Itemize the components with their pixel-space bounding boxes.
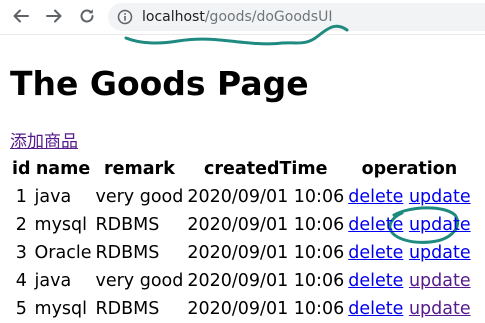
cell-created-time: 2020/09/01 10:06	[187, 243, 345, 263]
add-goods-link[interactable]: 添加商品	[10, 132, 78, 152]
arrow-right-icon	[46, 9, 62, 23]
delete-link[interactable]: delete	[348, 271, 403, 291]
reload-button[interactable]	[75, 4, 99, 28]
delete-link[interactable]: delete	[348, 299, 403, 319]
cell-remark: very good	[95, 187, 184, 207]
table-row: 4 java very good 2020/09/01 10:06 delete…	[10, 267, 473, 295]
header-operation: operation	[361, 159, 458, 179]
header-name: name	[35, 159, 91, 179]
goods-table: id name remark createdTime operation 1 j…	[10, 155, 473, 323]
address-bar[interactable]: localhost/goods/doGoodsUI	[108, 3, 485, 31]
delete-link[interactable]: delete	[348, 243, 403, 263]
header-id: id	[12, 159, 31, 179]
cell-id: 4	[15, 271, 27, 291]
cell-remark: RDBMS	[95, 299, 160, 319]
browser-toolbar: localhost/goods/doGoodsUI	[0, 0, 485, 35]
address-text[interactable]: localhost/goods/doGoodsUI	[142, 8, 332, 26]
cell-id: 1	[15, 187, 27, 207]
cell-remark: RDBMS	[95, 243, 160, 263]
page-title: The Goods Page	[10, 64, 309, 103]
delete-link[interactable]: delete	[348, 187, 403, 207]
cell-operation: delete update	[346, 183, 472, 211]
table-row: 5 mysql RDBMS 2020/09/01 10:06 delete up…	[10, 295, 473, 323]
cell-name: Oracle	[34, 243, 92, 263]
reload-icon	[80, 9, 94, 23]
cell-operation: delete update	[346, 239, 472, 267]
header-created-time: createdTime	[204, 159, 328, 179]
arrow-left-icon	[13, 9, 29, 23]
cell-created-time: 2020/09/01 10:06	[187, 299, 345, 319]
table-row: 1 java very good 2020/09/01 10:06 delete…	[10, 183, 473, 211]
back-button[interactable]	[9, 4, 33, 28]
cell-remark: very good	[95, 271, 184, 291]
cell-id: 5	[15, 299, 27, 319]
table-row: 3 Oracle RDBMS 2020/09/01 10:06 delete u…	[10, 239, 473, 267]
cell-created-time: 2020/09/01 10:06	[187, 271, 345, 291]
update-link[interactable]: update	[409, 215, 471, 235]
table-header-row: id name remark createdTime operation	[10, 155, 473, 183]
update-link[interactable]: update	[409, 271, 471, 291]
cell-operation: delete update	[346, 267, 472, 295]
address-host: localhost	[142, 9, 205, 25]
forward-button[interactable]	[42, 4, 66, 28]
cell-name: mysql	[34, 299, 88, 319]
delete-link[interactable]: delete	[348, 215, 403, 235]
update-link[interactable]: update	[409, 243, 471, 263]
cell-operation: delete update	[346, 295, 472, 323]
cell-remark: RDBMS	[95, 215, 160, 235]
table-row: 2 mysql RDBMS 2020/09/01 10:06 delete up…	[10, 211, 473, 239]
address-path: /goods/doGoodsUI	[204, 9, 333, 25]
cell-created-time: 2020/09/01 10:06	[187, 215, 345, 235]
cell-name: java	[34, 187, 72, 207]
info-icon[interactable]	[117, 9, 133, 25]
cell-id: 2	[15, 215, 27, 235]
update-link[interactable]: update	[409, 187, 471, 207]
cell-created-time: 2020/09/01 10:06	[187, 187, 345, 207]
cell-name: java	[34, 271, 72, 291]
cell-id: 3	[15, 243, 27, 263]
header-remark: remark	[104, 159, 175, 179]
cell-name: mysql	[34, 215, 88, 235]
update-link[interactable]: update	[409, 299, 471, 319]
cell-operation: delete update	[346, 211, 472, 239]
